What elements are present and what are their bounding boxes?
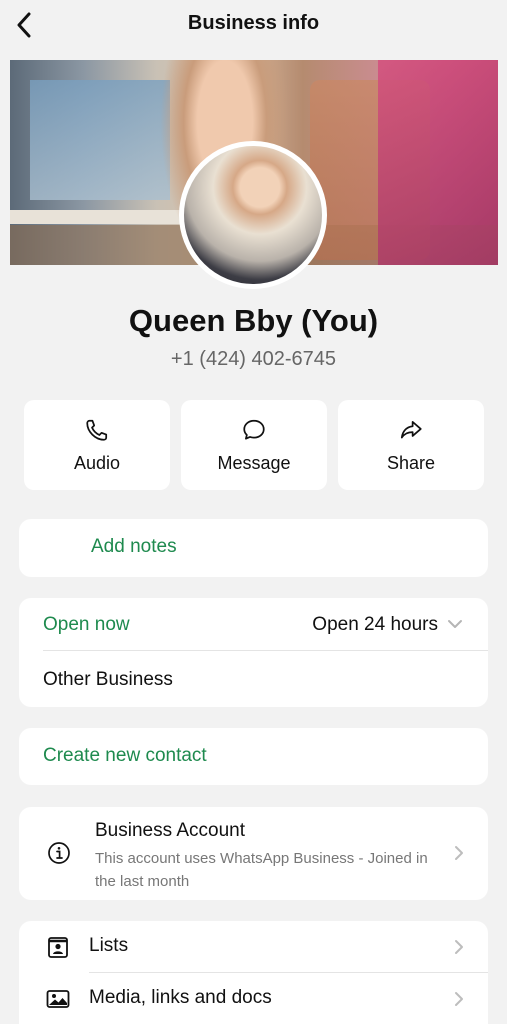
audio-call-button[interactable]: Audio (24, 400, 170, 490)
create-contact-card[interactable]: Create new contact (19, 728, 488, 785)
top-bar: Business info (0, 0, 507, 52)
chevron-right-icon (455, 846, 463, 860)
media-icon (46, 990, 70, 1008)
business-account-description: This account uses WhatsApp Business - Jo… (95, 850, 428, 890)
list-item-media[interactable]: Media, links and docs (19, 973, 488, 1024)
divider (43, 650, 488, 651)
chevron-down-icon[interactable] (446, 615, 464, 633)
notes-card[interactable]: Add notes (19, 519, 488, 577)
lists-card: Lists Media, links and docs (19, 921, 488, 1024)
business-account-card[interactable]: Business Account This account uses Whats… (19, 807, 488, 900)
share-button[interactable]: Share (338, 400, 484, 490)
avatar[interactable] (179, 141, 327, 289)
chevron-right-icon (455, 940, 463, 954)
action-buttons: Audio Message Share (24, 400, 484, 490)
share-icon (400, 420, 422, 438)
message-button[interactable]: Message (181, 400, 327, 490)
page-title: Business info (187, 12, 320, 34)
business-hours-card: Open now Open 24 hours Other Business (19, 598, 488, 707)
lists-label: Lists (89, 935, 129, 956)
profile-name: Queen Bby (You) (128, 303, 379, 338)
share-label: Share (386, 452, 436, 473)
hours-dropdown[interactable]: Open 24 hours (312, 614, 438, 636)
phone-icon (86, 419, 108, 441)
audio-label: Audio (73, 452, 121, 473)
message-icon (243, 419, 265, 440)
media-label: Media, links and docs (89, 987, 272, 1008)
info-icon (48, 842, 70, 864)
add-notes-link[interactable]: Add notes (91, 536, 177, 558)
message-label: Message (217, 452, 291, 473)
business-account-title: Business Account (95, 820, 245, 841)
open-status: Open now (43, 614, 130, 635)
profile-phone: +1 (424) 402-6745 (170, 348, 337, 370)
lists-icon (48, 937, 68, 958)
list-item-lists[interactable]: Lists (19, 921, 488, 973)
chevron-right-icon (455, 992, 463, 1006)
business-category: Other Business (43, 669, 173, 690)
create-contact-link[interactable]: Create new contact (43, 745, 207, 767)
